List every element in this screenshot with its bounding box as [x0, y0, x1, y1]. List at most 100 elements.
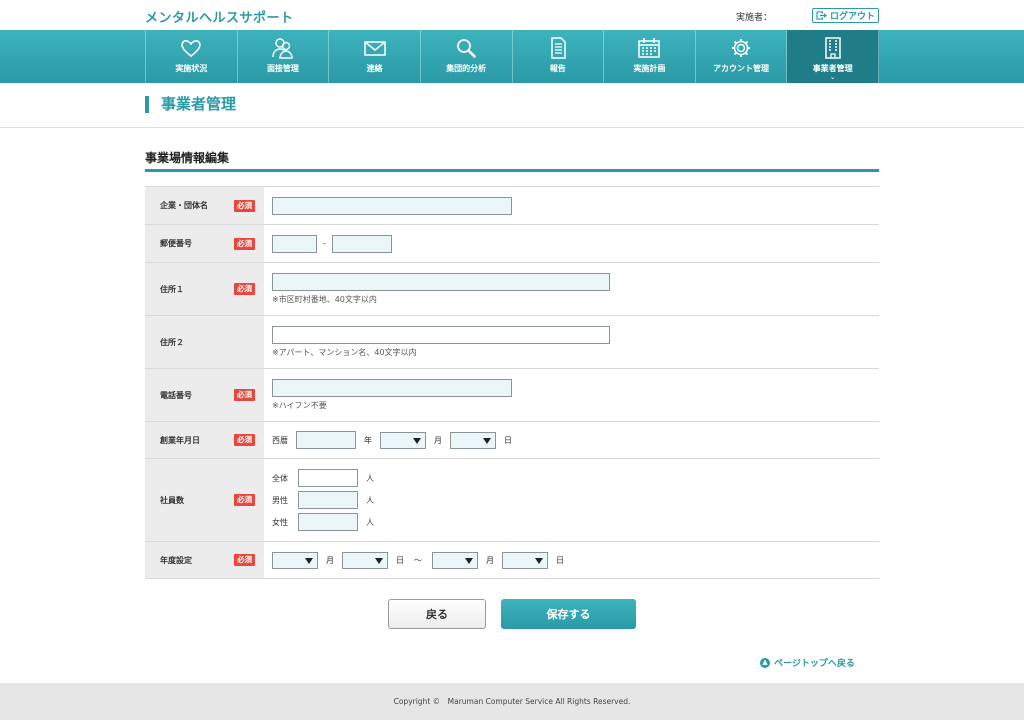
field-label: 創業年月日: [160, 435, 200, 445]
logout-label: ログアウト: [829, 12, 875, 22]
employee-female-label: 女性: [272, 517, 288, 527]
range-tilde: 〜: [414, 555, 422, 565]
fiscal-from-day-select[interactable]: [342, 551, 388, 569]
form-row-company: 企業・団体名 必須: [145, 187, 879, 225]
form-row-founded: 創業年月日 必須 西暦 年 月 日: [145, 422, 879, 459]
phone-note: ※ハイフン不要: [272, 401, 327, 410]
nav-label: 集団的分析: [446, 64, 487, 73]
save-button[interactable]: 保存する: [501, 599, 636, 629]
nav-item-business[interactable]: 事業者管理 ⌄: [787, 30, 879, 83]
page-top-link[interactable]: ▲ ページトップへ戻る: [760, 656, 855, 669]
employee-unit: 人: [366, 517, 374, 527]
chevron-up-icon: ▲: [760, 657, 770, 668]
required-badge: 必須: [234, 434, 255, 446]
main-nav: 実施状況 面接管理 連絡 集団的分析 報告 実施計画 アカウント管理 事業者管理…: [0, 30, 1024, 83]
nav-item-status[interactable]: 実施状況: [146, 30, 238, 83]
nav-label: 報告: [549, 64, 566, 73]
dropdown-arrow-icon: [413, 437, 421, 444]
section-title: 事業場情報編集: [145, 151, 230, 165]
address1-input[interactable]: [272, 273, 610, 291]
nav-label: アカウント管理: [713, 64, 770, 73]
field-label: 住所２: [160, 337, 184, 347]
nav-item-plan[interactable]: 実施計画: [604, 30, 696, 83]
form-row-address2: 住所２ ※アパート、マンション名、40文字以内: [145, 316, 879, 369]
copyright-text: Copyright © Maruman Computer Service All…: [393, 697, 631, 706]
founded-day-select[interactable]: [450, 431, 496, 449]
app-title[interactable]: メンタルヘルスサポート: [145, 7, 294, 26]
heart-icon: [179, 37, 203, 59]
nav-item-contact[interactable]: 連絡: [329, 30, 421, 83]
required-badge: 必須: [234, 389, 255, 401]
business-form: 企業・団体名 必須 郵便番号 必須 - 住所１ 必須 ※市区町村番地、40文字以…: [145, 186, 879, 579]
nav-label: 連絡: [366, 64, 383, 73]
user-label: 実施者：: [736, 13, 773, 23]
required-badge: 必須: [234, 237, 255, 250]
logout-icon: [816, 11, 827, 20]
day-unit: 日: [396, 555, 404, 565]
employee-total-input[interactable]: [298, 469, 358, 487]
month-unit: 月: [486, 555, 494, 565]
nav-item-analysis[interactable]: 集団的分析: [421, 30, 513, 83]
address2-note: ※アパート、マンション名、40文字以内: [272, 348, 417, 357]
employee-total-label: 全体: [272, 473, 288, 483]
required-badge: 必須: [234, 199, 255, 212]
nav-item-report[interactable]: 報告: [513, 30, 605, 83]
required-badge: 必須: [234, 554, 255, 566]
field-label: 社員数: [160, 495, 184, 505]
required-badge: 必須: [234, 283, 255, 295]
postal-code-second-input[interactable]: [331, 234, 392, 253]
employee-female-input[interactable]: [298, 513, 358, 531]
building-icon: [821, 37, 845, 59]
required-badge: 必須: [234, 494, 255, 506]
page-heading: 事業者管理: [0, 83, 1024, 128]
dropdown-arrow-icon: [465, 557, 473, 564]
address1-note: ※市区町村番地、40文字以内: [272, 295, 377, 304]
postal-separator: -: [323, 239, 326, 248]
day-unit: 日: [504, 435, 512, 445]
section-divider: [145, 169, 879, 172]
mail-icon: [363, 37, 387, 59]
top-header: メンタルヘルスサポート 実施者： ログアウト: [0, 0, 1024, 30]
month-unit: 月: [326, 555, 334, 565]
dropdown-arrow-icon: [305, 557, 313, 564]
day-unit: 日: [556, 555, 564, 565]
calendar-icon: [637, 37, 661, 59]
chevron-down-icon: ⌄: [829, 73, 836, 81]
field-label: 年度設定: [160, 555, 192, 565]
founded-month-select[interactable]: [380, 431, 426, 449]
logout-button[interactable]: ログアウト: [812, 8, 879, 23]
dropdown-arrow-icon: [535, 557, 543, 564]
address2-input[interactable]: [272, 326, 610, 344]
fiscal-to-day-select[interactable]: [502, 551, 548, 569]
phone-input[interactable]: [272, 379, 512, 397]
fiscal-to-month-select[interactable]: [432, 551, 478, 569]
nav-label: 実施計画: [633, 64, 666, 73]
document-icon: [546, 37, 570, 59]
month-unit: 月: [434, 435, 442, 445]
form-row-address1: 住所１ 必須 ※市区町村番地、40文字以内: [145, 263, 879, 316]
footer: Copyright © Maruman Computer Service All…: [0, 683, 1024, 720]
era-label: 西暦: [272, 435, 288, 445]
field-label: 住所１: [160, 284, 184, 294]
nav-item-account[interactable]: アカウント管理: [696, 30, 788, 83]
dropdown-arrow-icon: [483, 437, 491, 444]
page-top-label: ページトップへ戻る: [774, 659, 855, 669]
form-row-phone: 電話番号 必須 ※ハイフン不要: [145, 369, 879, 422]
field-label: 企業・団体名: [160, 201, 208, 210]
field-label: 電話番号: [160, 390, 192, 400]
field-label: 郵便番号: [160, 239, 192, 248]
people-icon: [271, 37, 295, 59]
dropdown-arrow-icon: [375, 557, 383, 564]
postal-code-first-input[interactable]: [272, 234, 317, 253]
employee-unit: 人: [366, 473, 374, 483]
nav-label: 面接管理: [266, 64, 299, 73]
employee-unit: 人: [366, 495, 374, 505]
fiscal-from-month-select[interactable]: [272, 551, 318, 569]
employee-male-label: 男性: [272, 495, 288, 505]
back-button[interactable]: 戻る: [388, 599, 486, 629]
nav-item-interview[interactable]: 面接管理: [238, 30, 330, 83]
form-row-employees: 社員数 必須 全体 人 男性 人 女性 人: [145, 459, 879, 542]
founded-year-input[interactable]: [296, 431, 356, 449]
employee-male-input[interactable]: [298, 491, 358, 509]
company-name-input[interactable]: [272, 196, 512, 215]
